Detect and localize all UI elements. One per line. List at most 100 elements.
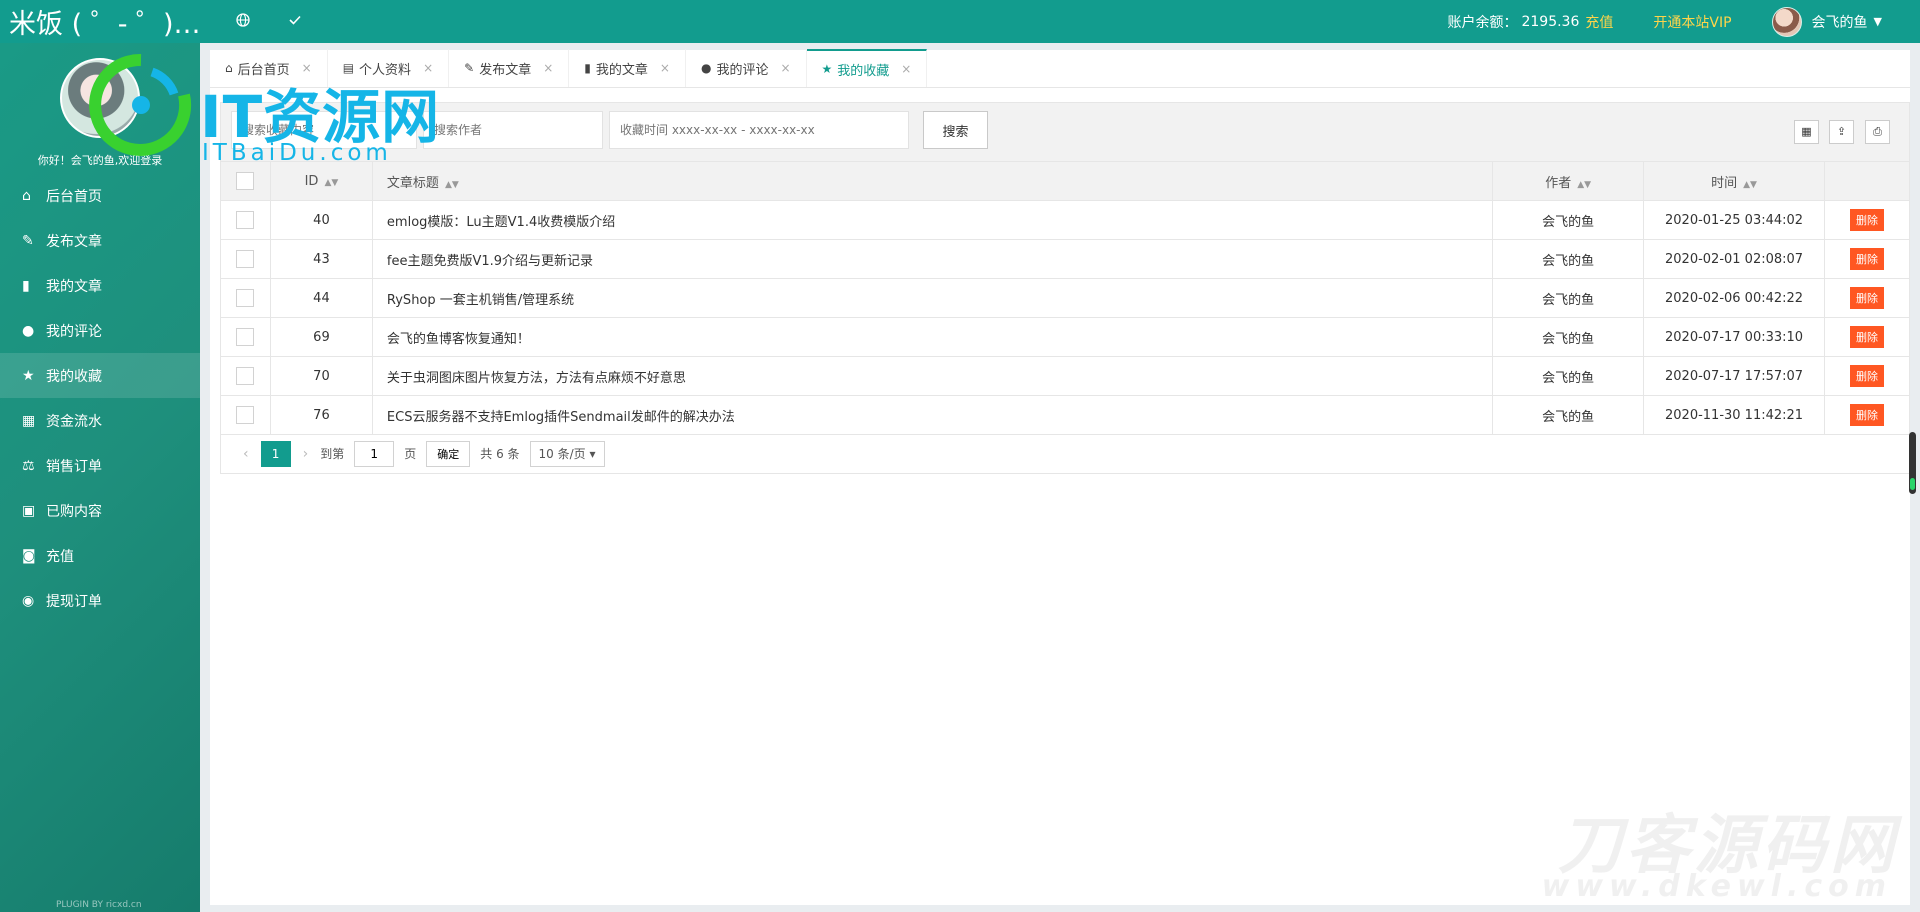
close-icon[interactable]: × [543,61,553,75]
delete-button[interactable]: 删除 [1850,326,1884,348]
row-checkbox[interactable] [236,289,255,307]
check-icon[interactable] [288,12,302,31]
row-checkbox[interactable] [236,250,255,268]
row-checkbox[interactable] [236,367,255,385]
sort-icon[interactable]: ▲▼ [1743,180,1757,190]
header-time[interactable]: 时间 ▲▼ [1643,161,1825,201]
tab-favorites[interactable]: ★ 我的收藏 × [806,49,928,87]
columns-icon[interactable]: ▦ [1794,120,1819,144]
next-page-icon[interactable]: › [303,446,309,462]
sidebar-item-sales-orders[interactable]: ⚖ 销售订单 [0,443,200,488]
select-all-checkbox[interactable] [236,172,255,190]
globe-icon[interactable] [236,12,250,31]
header-title[interactable]: 文章标题 ▲▼ [371,161,1494,201]
sidebar-item-label: 我的文章 [46,278,102,295]
brand-title[interactable]: 米饭 ( ゜- ゜)… [0,2,200,41]
cell-actions: 删除 [1824,317,1910,357]
row-checkbox[interactable] [236,406,255,424]
profile-block: 你好！会飞的鱼,欢迎登录 [0,43,200,167]
user-avatar[interactable] [1771,6,1802,37]
cell-title[interactable]: RyShop 一套主机销售/管理系统 [371,278,1494,318]
row-checkbox-cell[interactable] [220,395,271,435]
tab-label: 我的评论 [716,62,769,78]
close-icon[interactable]: × [780,61,790,75]
row-checkbox-cell[interactable] [220,239,271,279]
close-icon[interactable]: × [423,61,433,75]
id-card-icon: ▤ [342,61,355,75]
sort-icon[interactable]: ▲▼ [1577,180,1591,190]
delete-button[interactable]: 删除 [1850,287,1884,309]
cell-author: 会飞的鱼 [1492,356,1645,396]
sidebar: 你好！会飞的鱼,欢迎登录 ⌂ 后台首页 ✎ 发布文章 ▮ 我的文章 ● 我的评论 ★ 我的… [0,43,200,912]
favorites-table: ID ▲▼ 文章标题 ▲▼ 作者 ▲▼ 时间 ▲▼ 40 emlog模版：Lu主题V1.… [220,161,1910,435]
tab-home[interactable]: ⌂ 后台首页 × [210,49,328,87]
sidebar-item-label: 我的评论 [46,323,102,340]
cell-id: 43 [269,239,373,279]
main-panel: ⌂ 后台首页 × ▤ 个人资料 × ✎ 发布文章 × ▮ 我的文章 × ● 我的评论 × ★ 我的收藏… [210,49,1910,905]
close-icon[interactable]: × [660,61,670,75]
search-content-input[interactable] [231,111,417,149]
per-page-select[interactable]: 10 条/页 ▾ [529,440,605,467]
cell-title[interactable]: 会飞的鱼博客恢复通知！ [371,317,1494,357]
tab-my-articles[interactable]: ▮ 我的文章 × [569,49,686,87]
select-all-checkbox-cell[interactable] [220,161,271,201]
search-button[interactable]: 搜索 [923,111,988,149]
sort-icon[interactable]: ▲▼ [445,180,459,190]
sort-icon[interactable]: ▲▼ [324,178,338,188]
cell-title[interactable]: fee主题免费版V1.9介绍与更新记录 [371,239,1494,279]
prev-page-icon[interactable]: ‹ [243,446,249,462]
cell-id: 76 [269,395,373,435]
tab-publish[interactable]: ✎ 发布文章 × [449,49,570,87]
sidebar-item-home[interactable]: ⌂ 后台首页 [0,173,200,218]
sidebar-item-favorites[interactable]: ★ 我的收藏 [0,353,200,398]
tab-my-comments[interactable]: ● 我的评论 × [686,49,807,87]
row-checkbox-cell[interactable] [220,356,271,396]
header-id[interactable]: ID ▲▼ [269,161,373,201]
recharge-link[interactable]: 充值 [1585,12,1613,32]
goto-page-input[interactable] [354,440,395,467]
row-checkbox[interactable] [236,211,255,229]
row-checkbox-cell[interactable] [220,317,271,357]
cell-title[interactable]: 关于虫洞图床图片恢复方法，方法有点麻烦不好意思 [371,356,1494,396]
sidebar-item-recharge[interactable]: ◙ 充值 [0,533,200,578]
close-icon[interactable]: × [302,61,312,75]
close-icon[interactable]: × [901,62,911,76]
sidebar-item-my-comments[interactable]: ● 我的评论 [0,308,200,353]
sidebar-item-label: 我的收藏 [46,368,102,385]
row-checkbox[interactable] [236,328,255,346]
username-menu[interactable]: 会飞的鱼 [1812,12,1868,32]
sidebar-item-publish[interactable]: ✎ 发布文章 [0,218,200,263]
goto-confirm-button[interactable]: 确定 [426,440,471,467]
page-scrollbar[interactable] [1909,432,1916,494]
vip-link[interactable]: 开通本站VIP [1653,12,1731,32]
sidebar-item-label: 已购内容 [46,503,102,520]
sidebar-item-label: 提现订单 [46,593,102,610]
row-checkbox-cell[interactable] [220,200,271,240]
delete-button[interactable]: 删除 [1850,209,1884,231]
caret-down-icon[interactable]: ▼ [1874,15,1882,28]
current-page[interactable]: 1 [260,440,291,467]
header-label: ID [304,173,319,189]
tab-profile[interactable]: ▤ 个人资料 × [328,49,450,87]
pagination: ‹ 1 › 到第 页 确定 共 6 条 10 条/页 ▾ [220,434,1910,474]
per-page-value: 10 条/页 [538,446,586,461]
delete-button[interactable]: 删除 [1850,404,1884,426]
search-author-input[interactable] [423,111,603,149]
cell-title[interactable]: emlog模版：Lu主题V1.4收费模版介绍 [371,200,1494,240]
profile-avatar[interactable] [60,58,140,138]
sidebar-item-funds[interactable]: ▦ 资金流水 [0,398,200,443]
export-icon[interactable]: ⇪ [1829,120,1854,144]
cell-title[interactable]: ECS云服务器不支持Emlog插件Sendmail发邮件的解决办法 [371,395,1494,435]
cell-time: 2020-02-01 02:08:07 [1643,239,1825,279]
delete-button[interactable]: 删除 [1850,365,1884,387]
sidebar-item-withdraw[interactable]: ◉ 提现订单 [0,578,200,623]
cell-actions: 删除 [1824,356,1910,396]
date-range-input[interactable] [609,111,909,149]
row-checkbox-cell[interactable] [220,278,271,318]
print-icon[interactable]: ⎙ [1865,120,1890,144]
sidebar-item-my-articles[interactable]: ▮ 我的文章 [0,263,200,308]
header-author[interactable]: 作者 ▲▼ [1492,161,1645,201]
delete-button[interactable]: 删除 [1850,248,1884,270]
table-row: 76 ECS云服务器不支持Emlog插件Sendmail发邮件的解决办法 会飞的… [220,395,1910,435]
sidebar-item-purchased[interactable]: ▣ 已购内容 [0,488,200,533]
